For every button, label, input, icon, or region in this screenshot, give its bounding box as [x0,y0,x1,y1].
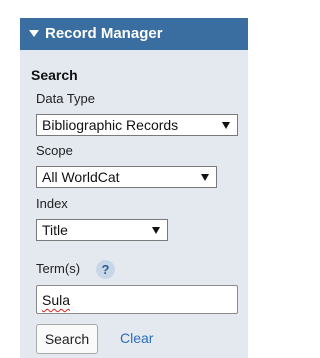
data-type-selected-value: Bibliographic Records [42,117,179,133]
scope-label: Scope [36,143,73,158]
index-label: Index [36,196,68,211]
index-selected-value: Title [42,222,68,238]
scope-select[interactable]: All WorldCat [36,166,217,188]
help-icon[interactable]: ? [96,260,115,279]
dropdown-arrow-icon [201,174,209,181]
record-manager-header[interactable]: Record Manager [20,18,248,50]
clear-link[interactable]: Clear [120,330,153,346]
caret-down-icon [29,30,39,37]
terms-input-value: Sula [42,292,71,308]
index-select[interactable]: Title [36,219,168,241]
dropdown-arrow-icon [222,122,230,129]
data-type-select[interactable]: Bibliographic Records [36,114,238,136]
data-type-label: Data Type [36,91,96,106]
search-button[interactable]: Search [36,324,98,354]
panel-title: Record Manager [45,25,163,42]
terms-input[interactable]: Sula [36,285,238,314]
page: Record Manager Search Data Type Bibliogr… [0,0,253,358]
search-section-title: Search [31,67,78,83]
scope-selected-value: All WorldCat [42,169,120,185]
terms-label: Term(s) [36,261,81,276]
dropdown-arrow-icon [152,227,160,234]
record-manager-panel: Record Manager Search Data Type Bibliogr… [20,18,248,358]
